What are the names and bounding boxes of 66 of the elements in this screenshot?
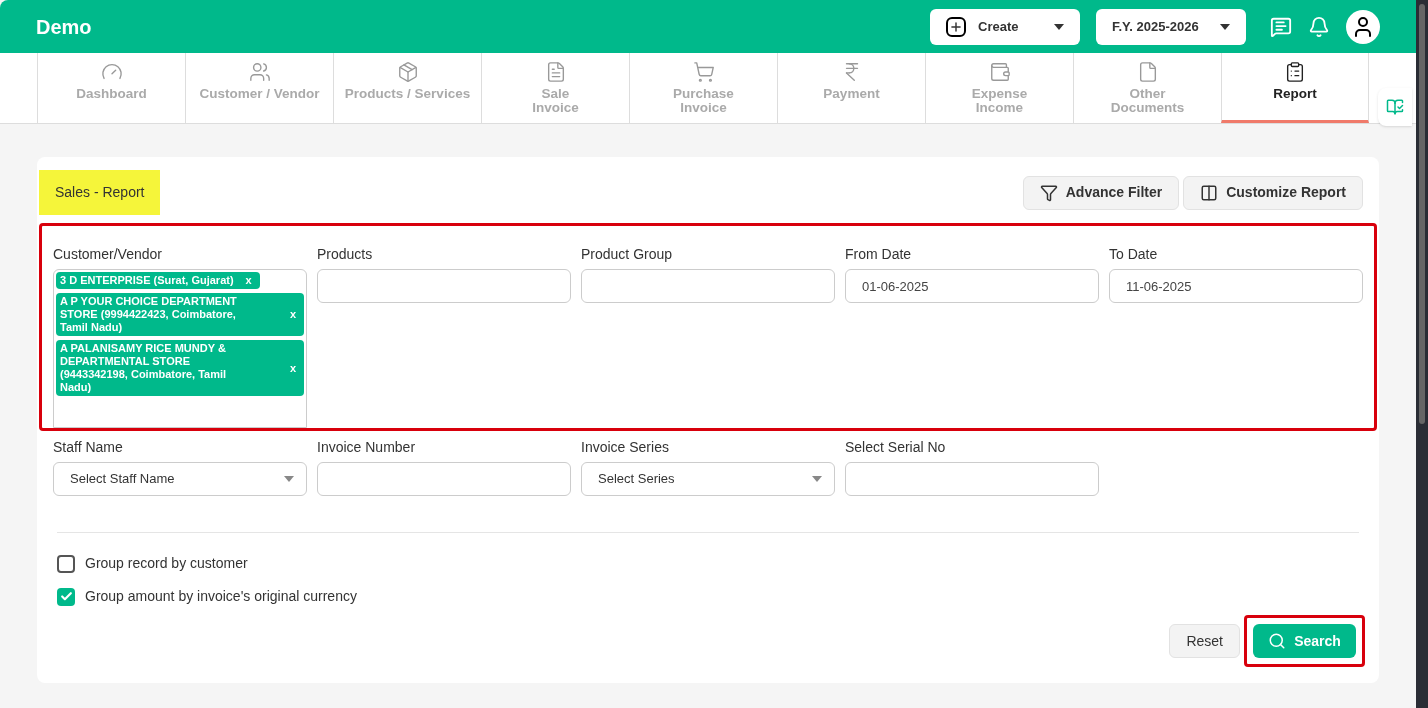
select-value: Select Series bbox=[598, 470, 675, 489]
clipboard-icon bbox=[1284, 61, 1306, 83]
nav-tab[interactable]: Customer / Vendor bbox=[185, 53, 333, 123]
nav-tab[interactable]: Expense Income bbox=[925, 53, 1073, 123]
caret-icon bbox=[1054, 23, 1064, 30]
field-label: To Date bbox=[1109, 245, 1159, 264]
notification-bell-icon[interactable] bbox=[1308, 15, 1330, 38]
field-label: Invoice Number bbox=[317, 438, 417, 457]
input-field[interactable] bbox=[845, 462, 1099, 496]
input-field[interactable]: 01-06-2025 bbox=[845, 269, 1099, 303]
input-field[interactable]: 11-06-2025 bbox=[1109, 269, 1363, 303]
report-title: Sales - Report bbox=[39, 170, 161, 215]
nav-tab[interactable]: Sale Invoice bbox=[481, 53, 629, 123]
checkbox-label: Group amount by invoice's original currency bbox=[85, 587, 357, 606]
remove-tag-button[interactable]: x bbox=[285, 361, 300, 375]
search-button[interactable]: Search bbox=[1253, 624, 1356, 658]
side-panel-button[interactable] bbox=[1378, 88, 1412, 126]
field-label: Products bbox=[317, 245, 374, 264]
reset-button[interactable]: Reset bbox=[1169, 624, 1240, 658]
brand-title: Demo bbox=[36, 14, 93, 40]
customer-multiselect[interactable]: 3 D ENTERPRISE (Surat, Gujarat) x A P YOUR CHOICE DEPARTMENT STORE (9994422423, Coimbatore, Tamil Nadu) x A PALANISAMY RICE MUNDY & DEPARTMENTAL STORE (9443342198, Coimbatore, Tamil Nadu) x bbox=[53, 269, 307, 428]
nav-tab[interactable]: Payment bbox=[777, 53, 925, 123]
customer-tag: A P YOUR CHOICE DEPARTMENT STORE (9994422423, Coimbatore, Tamil Nadu) x bbox=[56, 293, 304, 336]
field-label: Staff Name bbox=[53, 438, 124, 457]
checkbox[interactable] bbox=[57, 587, 75, 606]
customer-tag: 3 D ENTERPRISE (Surat, Gujarat) x bbox=[56, 272, 260, 289]
report-action-button[interactable]: Advance Filter bbox=[1022, 175, 1180, 210]
input-field[interactable] bbox=[581, 269, 835, 303]
caret-icon bbox=[1220, 23, 1230, 30]
remove-tag-button[interactable]: x bbox=[241, 274, 256, 287]
box-icon bbox=[396, 61, 419, 83]
wallet-icon bbox=[988, 61, 1011, 83]
select-field[interactable]: Select Series bbox=[581, 462, 835, 496]
select-field[interactable]: Select Staff Name bbox=[53, 462, 307, 496]
filter-icon bbox=[1039, 183, 1058, 202]
fiscal-year-dropdown[interactable]: F.Y. 2025-2026 bbox=[1096, 8, 1246, 45]
report-action-button[interactable]: Customize Report bbox=[1183, 175, 1363, 210]
nav-tab[interactable]: Dashboard bbox=[37, 53, 185, 123]
field-label: From Date bbox=[845, 245, 913, 264]
remove-tag-button[interactable]: x bbox=[285, 308, 300, 321]
users-icon bbox=[248, 61, 271, 83]
select-value: Select Staff Name bbox=[70, 470, 175, 489]
customer-tag: A PALANISAMY RICE MUNDY & DEPARTMENTAL STORE (9443342198, Coimbatore, Tamil Nadu) x bbox=[56, 340, 304, 396]
input-field[interactable] bbox=[317, 462, 571, 496]
book-icon bbox=[1386, 98, 1404, 116]
columns-icon bbox=[1200, 183, 1219, 202]
field-label: Product Group bbox=[581, 245, 674, 264]
input-field[interactable] bbox=[317, 269, 571, 303]
field-label: Select Serial No bbox=[845, 438, 947, 457]
chat-icon[interactable] bbox=[1270, 15, 1292, 38]
nav-tab[interactable]: Purchase Invoice bbox=[629, 53, 777, 123]
create-button[interactable]: Create bbox=[930, 8, 1080, 45]
nav-tab[interactable]: Other Documents bbox=[1073, 53, 1221, 123]
cart-icon bbox=[692, 61, 715, 83]
checkbox[interactable] bbox=[57, 554, 75, 573]
user-avatar[interactable] bbox=[1346, 9, 1380, 44]
nav-tab[interactable]: Report bbox=[1221, 53, 1369, 123]
caret-icon bbox=[812, 476, 822, 482]
check-icon bbox=[59, 590, 73, 603]
search-icon bbox=[1268, 632, 1287, 650]
caret-icon bbox=[284, 476, 294, 482]
checkbox-label: Group record by customer bbox=[85, 554, 248, 573]
field-label: Invoice Series bbox=[581, 438, 670, 457]
field-label: Customer/Vendor bbox=[53, 245, 163, 264]
nav-tab[interactable]: Products / Services bbox=[333, 53, 481, 123]
plus-icon bbox=[946, 16, 966, 37]
